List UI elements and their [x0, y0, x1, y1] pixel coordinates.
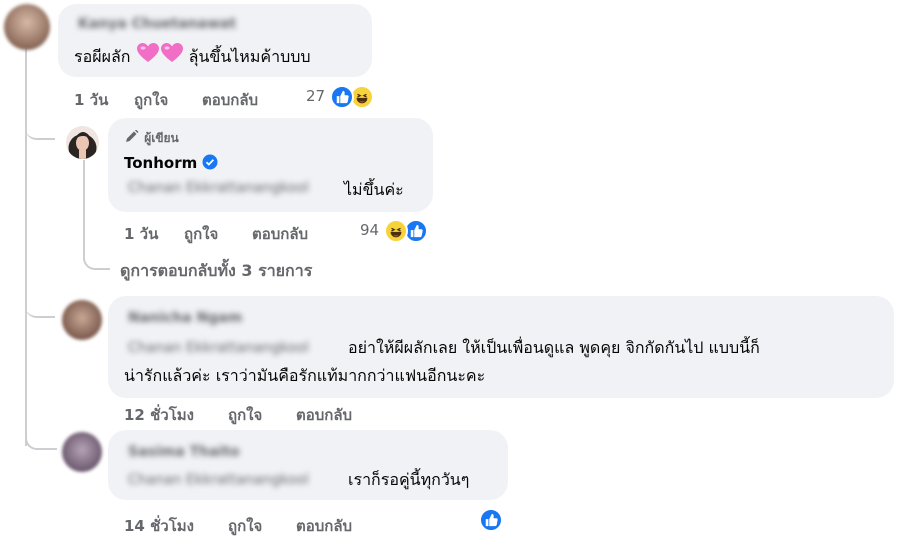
- thread-line-1: [25, 48, 27, 276]
- reaction-summary[interactable]: 27: [306, 85, 376, 111]
- comment-author-blurred[interactable]: Sasima Thaito: [128, 444, 240, 460]
- comment-text: เราก็รอคู่นี้ทุกวันๆ: [348, 470, 470, 489]
- comment-bubble: Sasima Thaito Chanan Ekkrattanangkool เร…: [108, 430, 508, 500]
- reaction-count: 27: [306, 87, 326, 105]
- reply-button[interactable]: ตอบกลับ: [296, 403, 352, 427]
- comment-mention-blurred[interactable]: Chanan Ekkrattanangkool: [128, 472, 309, 488]
- reply-author-name[interactable]: Tonhorm: [124, 154, 197, 172]
- two-hearts-icon: [136, 42, 184, 73]
- comment-text-prefix: รอผีผลัก: [74, 47, 131, 66]
- comment-bubble: Kanya Chuetanawat รอผีผลัก ลุ้นขึ้นไหมค้…: [58, 4, 372, 77]
- comment-text-line2: น่ารักแล้วค่ะ เราว่ามันคือรักแท้มากกว่าแ…: [124, 366, 486, 385]
- avatar[interactable]: [62, 300, 102, 340]
- like-reaction-icon: [330, 85, 354, 109]
- reply-button[interactable]: ตอบกลับ: [202, 88, 258, 112]
- verified-badge-icon: [202, 154, 218, 174]
- like-button[interactable]: ถูกใจ: [228, 403, 262, 427]
- like-button[interactable]: ถูกใจ: [184, 222, 218, 246]
- author-badge-label: ผู้เขียน: [144, 131, 179, 145]
- comment-time[interactable]: 1 วัน: [74, 88, 108, 112]
- comment-author-blurred[interactable]: Nanicha Ngam: [128, 310, 242, 326]
- reaction-summary[interactable]: [479, 508, 507, 534]
- thread-connector-view-replies: [83, 238, 110, 270]
- like-button[interactable]: ถูกใจ: [228, 514, 262, 538]
- thread-connector-2: [25, 296, 55, 318]
- reply-button[interactable]: ตอบกลับ: [252, 222, 308, 246]
- thread-connector-3: [25, 428, 57, 450]
- reply-button[interactable]: ตอบกลับ: [296, 514, 352, 538]
- comment-time[interactable]: 12 ชั่วโมง: [124, 403, 194, 427]
- comment-text-suffix: ลุ้นขึ้นไหมค้าบบบ: [188, 47, 311, 66]
- reaction-summary[interactable]: 94: [360, 219, 430, 245]
- reply-time[interactable]: 1 วัน: [124, 222, 158, 246]
- avatar[interactable]: [62, 432, 102, 472]
- reply-mention-blurred[interactable]: Chanan Ekkrattanangkool: [128, 180, 309, 196]
- comment-text-line1: อย่าให้ผีผลักเลย ให้เป็นเพื่อนดูแล พูดคุ…: [348, 338, 760, 357]
- comment-author-blurred[interactable]: Kanya Chuetanawat: [78, 16, 236, 32]
- reply-bubble: ผู้เขียน Tonhorm Chanan Ekkrattanangkool…: [108, 118, 433, 212]
- thread-connector-reply: [25, 110, 55, 140]
- avatar[interactable]: [4, 4, 50, 50]
- like-reaction-icon: [479, 508, 503, 532]
- pen-icon: [124, 129, 140, 147]
- view-replies-link[interactable]: ดูการตอบกลับทั้ง 3 รายการ: [120, 259, 312, 284]
- author-avatar[interactable]: [66, 126, 99, 159]
- haha-reaction-icon: [384, 219, 408, 243]
- reply-text: ไม่ขึ้นค่ะ: [344, 180, 404, 199]
- like-button[interactable]: ถูกใจ: [134, 88, 168, 112]
- comment-time[interactable]: 14 ชั่วโมง: [124, 514, 194, 538]
- reaction-count: 94: [360, 221, 380, 239]
- reply-author[interactable]: Tonhorm: [124, 154, 218, 174]
- comment-text: รอผีผลัก ลุ้นขึ้นไหมค้าบบบ: [74, 42, 311, 73]
- comment-mention-blurred[interactable]: Chanan Ekkrattanangkool: [128, 340, 309, 356]
- comment-bubble: Nanicha Ngam Chanan Ekkrattanangkool อย่…: [108, 296, 894, 398]
- author-badge: ผู้เขียน: [124, 129, 179, 148]
